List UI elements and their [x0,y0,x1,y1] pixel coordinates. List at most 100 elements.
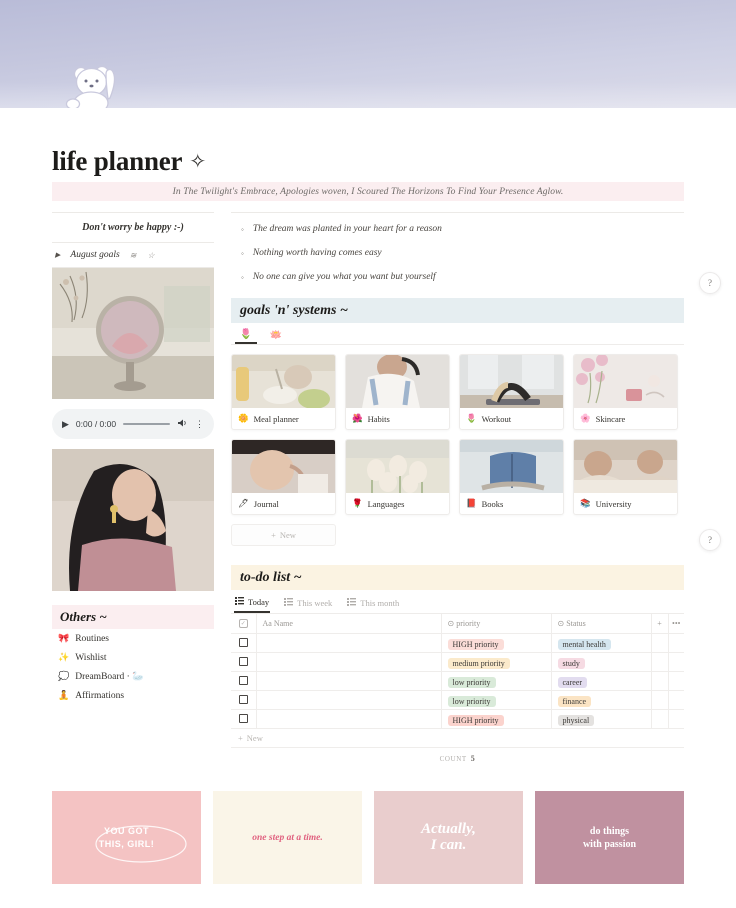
table-row[interactable]: low priority finance [231,690,684,710]
table-row[interactable]: medium priority study [231,652,684,672]
card-label: Habits [367,413,390,424]
checkbox-icon[interactable]: ✓ [238,619,248,629]
row-checkbox[interactable] [231,671,257,691]
cell-name[interactable] [256,690,442,710]
page-title-row: life planner ✧ [52,146,206,177]
checkbox-icon[interactable] [238,676,248,686]
bullet-text: Nothing worth having comes easy [252,248,382,258]
checkbox-icon[interactable] [238,638,248,648]
help-button[interactable]: ? [699,529,721,551]
gallery-card-skincare[interactable]: 🌸 Skincare [573,354,678,430]
cell-name[interactable] [256,671,442,691]
tab-this-week[interactable]: This week [283,594,333,613]
girl-pink-sweater-photo [52,449,214,591]
gallery-card-habits[interactable]: 🌺 Habits [345,354,450,430]
card-label: University [595,498,632,509]
books-icon: 📚 [580,498,591,508]
gallery-card-workout[interactable]: 🌷 Workout [459,354,564,430]
card-thumbnail [346,355,449,408]
priority-tag: low priority [447,695,496,707]
checkbox-icon[interactable] [238,714,248,724]
gallery-card-books[interactable]: 📕 Books [459,439,564,515]
chevron-right-icon[interactable]: ▶ [55,251,60,259]
add-gallery-card-button[interactable]: + New [231,524,336,546]
table-row[interactable]: HIGH priority physical [231,709,684,729]
banner-text: one step at a time. [252,832,323,843]
gallery-card-university[interactable]: 📚 University [573,439,678,515]
column-header-status[interactable]: ⊙ Status [551,614,652,634]
column-label: Status [566,618,586,628]
help-button[interactable]: ? [699,272,721,294]
card-label-row: 🌺 Habits [346,408,449,429]
august-goals-toggle[interactable]: ▶ August goals ≋ ☆ [52,243,214,267]
row-checkbox[interactable] [231,652,257,672]
august-goals-label: August goals [70,250,120,260]
cell-priority[interactable]: HIGH priority [441,633,552,653]
cell-spacer [668,652,684,672]
cell-priority[interactable]: HIGH priority [441,709,552,729]
cell-status[interactable]: mental health [551,633,652,653]
column-header-name[interactable]: Aa Name [256,614,442,634]
cell-status[interactable]: physical [551,709,652,729]
cell-name[interactable] [256,709,442,729]
row-checkbox[interactable] [231,633,257,653]
cell-status[interactable]: career [551,671,652,691]
cell-status[interactable]: finance [551,690,652,710]
checkbox-icon[interactable] [238,695,248,705]
banner-text: Actually, I can. [421,820,476,853]
gallery-card-meal-planner[interactable]: 🌼 Meal planner [231,354,336,430]
cell-status[interactable]: study [551,652,652,672]
card-thumbnail [574,440,677,493]
tab-label: This week [297,598,333,608]
status-tag: mental health [557,638,611,650]
card-label: Meal planner [253,413,299,424]
sidebar-item-routines[interactable]: 🎀 Routines [52,629,214,648]
card-label: Workout [481,413,512,424]
card-label-row: 🌹 Languages [346,493,449,514]
tab-today[interactable]: Today [234,594,271,613]
table-row[interactable]: low priority career [231,671,684,691]
table-row[interactable]: HIGH priority mental health [231,633,684,653]
card-label-row: 🌼 Meal planner [232,408,335,429]
list-view-icon [235,597,244,607]
todo-table: ✓ Aa Name ⊙ priority ⊙ Status + ••• HIGH… [231,614,684,729]
card-label-row: 🖊 Journal [232,493,335,514]
page-title: life planner [52,146,183,176]
bullet-icon: ◦ [241,272,244,282]
header-quote-bar: In The Twilight's Embrace, Apologies wov… [52,182,684,201]
cell-priority[interactable]: medium priority [441,652,552,672]
checkbox-icon[interactable] [238,657,248,667]
goals-tab-2[interactable]: 🪷 [265,326,287,344]
cell-priority[interactable]: low priority [441,671,552,691]
sidebar-item-dreamboard[interactable]: 💭 DreamBoard · 🦢 [52,667,214,686]
sidebar-item-affirmations[interactable]: 🧘 Affirmations [52,686,214,705]
column-header-priority[interactable]: ⊙ priority [441,614,552,634]
book-icon: 📕 [466,498,477,508]
add-row-button[interactable]: + New [231,729,684,748]
sidebar-item-label: DreamBoard · 🦢 [75,672,145,682]
cell-priority[interactable]: low priority [441,690,552,710]
audio-player[interactable]: ▶ 0:00 / 0:00 ⋮ [52,409,214,439]
audio-progress-slider[interactable] [123,423,170,425]
sidebar-item-label: Routines [75,633,109,644]
meditation-icon: 🧘 [58,690,70,700]
cell-name[interactable] [256,652,442,672]
table-options-button[interactable]: ••• [668,614,684,634]
add-column-button[interactable]: + [651,614,669,634]
volume-icon[interactable] [177,418,188,430]
select-all-checkbox[interactable]: ✓ [231,614,257,634]
tab-this-month[interactable]: This month [346,594,400,613]
row-checkbox[interactable] [231,709,257,729]
status-tag: physical [557,714,595,726]
row-checkbox[interactable] [231,690,257,710]
gallery-card-languages[interactable]: 🌹 Languages [345,439,450,515]
play-icon[interactable]: ▶ [62,419,69,430]
goals-tab-1[interactable]: 🌷 [235,326,257,344]
table-header-row: ✓ Aa Name ⊙ priority ⊙ Status + ••• [231,614,684,634]
cell-name[interactable] [256,633,442,653]
rose-icon: 🌹 [352,498,363,508]
mirror-flowers-photo [52,268,214,399]
gallery-card-journal[interactable]: 🖊 Journal [231,439,336,515]
audio-menu-icon[interactable]: ⋮ [195,419,204,430]
sidebar-item-wishlist[interactable]: ✨ Wishlist [52,648,214,667]
